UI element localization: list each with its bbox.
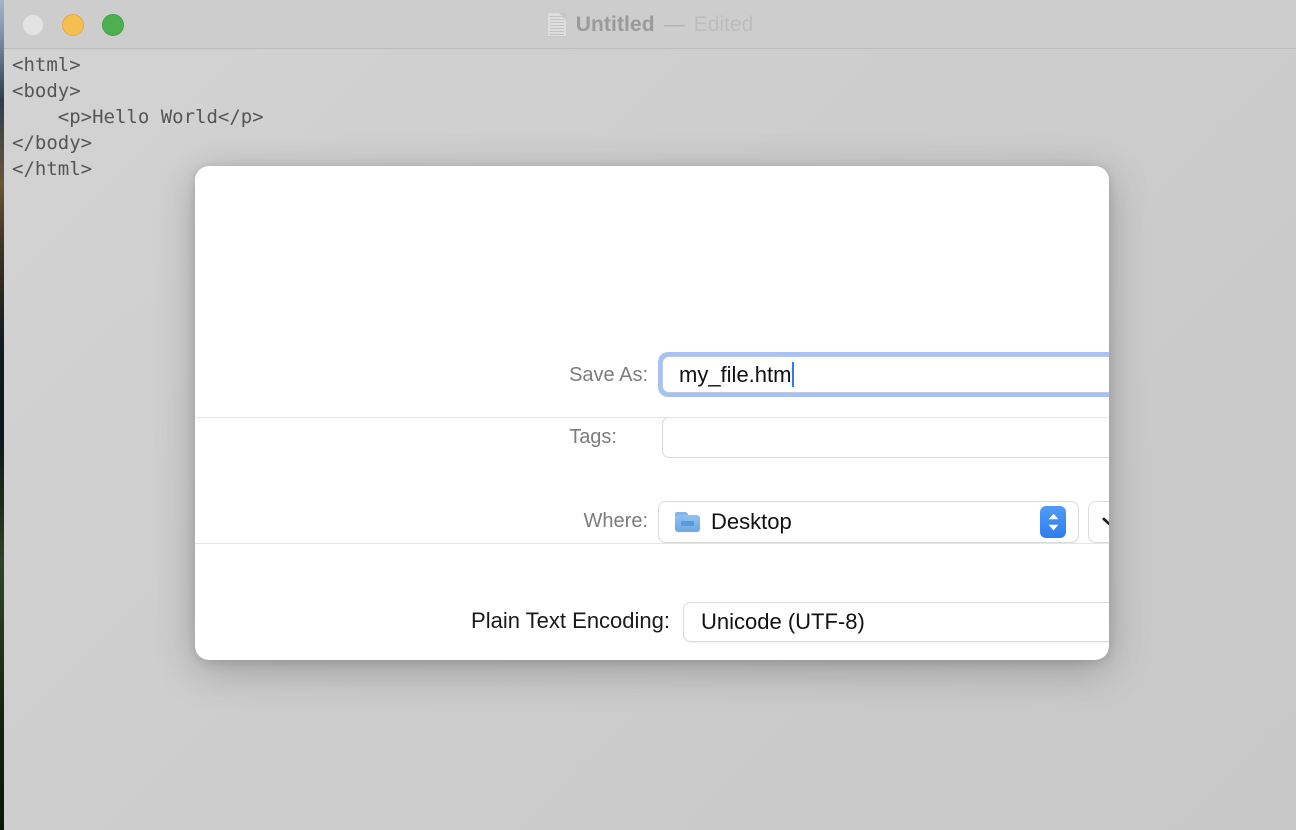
document-icon-lines [549,16,564,35]
tags-input[interactable] [662,417,1109,458]
window-titlebar: Untitled — Edited [4,0,1296,49]
edited-status: Edited [693,12,754,36]
document-icon [546,12,567,37]
where-stepper-icon[interactable] [1040,506,1066,538]
screen: Untitled — Edited <html> <body> <p>Hello… [0,0,1296,830]
encoding-select[interactable]: Unicode (UTF-8) [683,602,1109,642]
where-label: Where: [583,510,648,532]
folder-icon [675,512,700,532]
folder-icon-slot [681,521,694,526]
encoding-label: Plain Text Encoding: [471,608,670,633]
expand-browser-button[interactable] [1088,501,1109,543]
dialog-divider-bottom [195,543,1109,544]
tags-label-row: Tags: [555,426,617,449]
close-button[interactable] [22,14,44,36]
minimize-button[interactable] [62,14,84,36]
encoding-value: Unicode (UTF-8) [701,609,865,634]
text-cursor [792,362,795,387]
textedit-window: Untitled — Edited <html> <body> <p>Hello… [4,0,1296,830]
save-as-label: Save As: [569,364,648,386]
save-dialog: Save As: my_file.htm Tags: Where: Deskto… [195,166,1109,660]
where-popup-button[interactable]: Desktop [658,501,1079,543]
save-as-input[interactable]: my_file.htm [662,356,1109,393]
title-separator: — [663,12,685,36]
where-value: Desktop [711,509,792,534]
window-title-group: Untitled — Edited [4,0,1296,49]
save-as-value: my_file.htm [679,361,792,387]
window-title: Untitled [575,12,655,36]
save-as-field-focus-ring: my_file.htm [658,352,1109,397]
document-text: <html> <body> <p>Hello World</p> </body>… [12,54,264,180]
chevron-down-icon [1102,517,1109,526]
save-as-label-row: Save As: [555,364,648,387]
where-label-row: Where: [573,510,648,533]
tags-label: Tags: [569,426,617,448]
dialog-divider-top [195,417,1109,418]
zoom-button[interactable] [102,14,124,36]
